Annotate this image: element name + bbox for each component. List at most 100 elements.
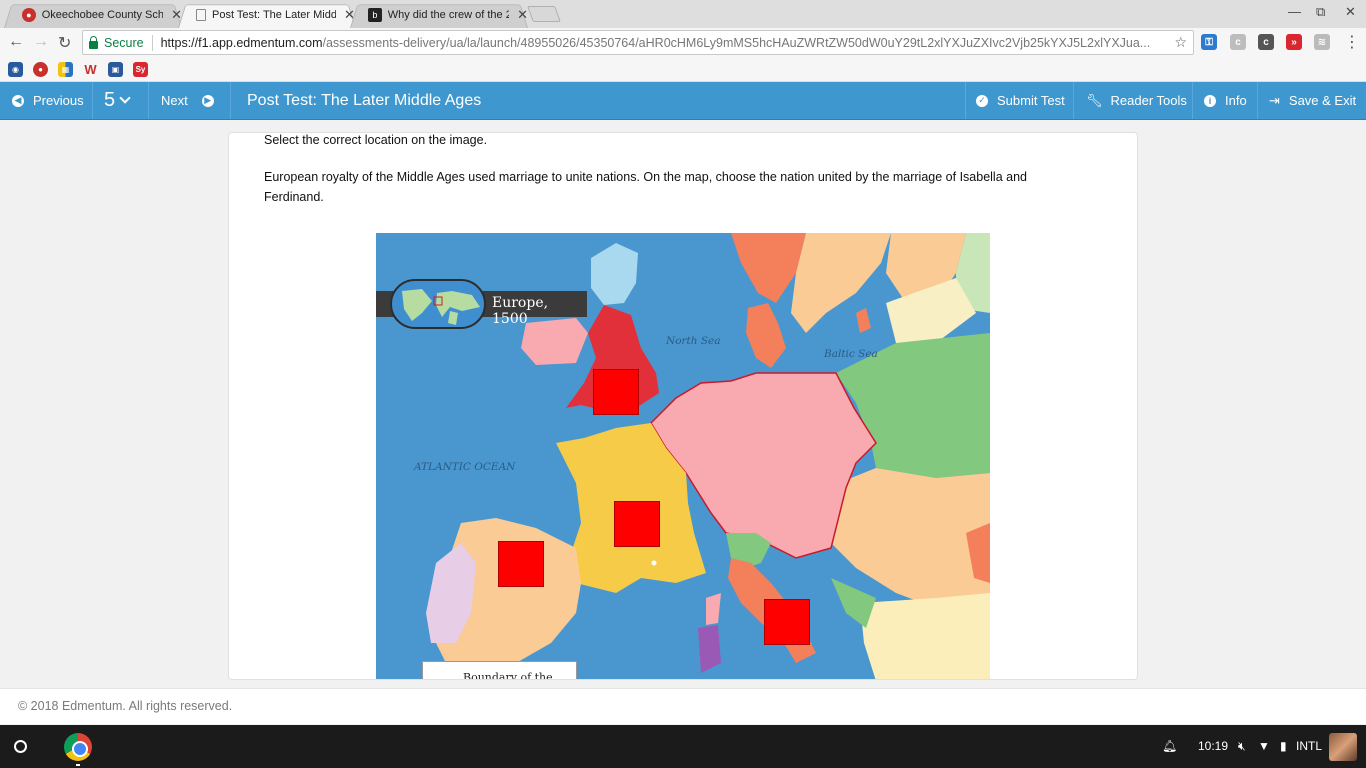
bookmark-w-icon[interactable]: W — [83, 62, 98, 77]
back-icon[interactable]: ← — [8, 33, 24, 51]
submit-test-button[interactable]: ✓ Submit Test — [976, 82, 1065, 119]
close-window-icon[interactable]: ✕ — [1345, 4, 1356, 20]
clock[interactable]: 10:19 — [1198, 739, 1228, 753]
bookmark-sy-icon[interactable]: Sy — [133, 62, 148, 77]
north-sea-label: North Sea — [666, 335, 721, 347]
tab-title: Why did the crew of the 2 — [387, 9, 510, 21]
wrench-icon: 🔧︎ — [1086, 92, 1103, 108]
secure-label: Secure — [104, 35, 144, 50]
forward-icon[interactable]: → — [33, 33, 49, 51]
system-shelf: 🔔︎ 10:19 🔇︎ ▼ ▮ INTL — [0, 725, 1366, 768]
copyright-text: © 2018 Edmentum. All rights reserved. — [18, 699, 233, 713]
instructions-text: Select the correct location on the image… — [264, 133, 488, 147]
minimize-icon[interactable]: — — [1288, 4, 1301, 19]
reader-tools-label: Reader Tools — [1110, 93, 1187, 108]
restore-icon[interactable]: ⧉ — [1316, 4, 1325, 20]
close-icon[interactable]: ✕ — [171, 7, 182, 23]
avatar[interactable] — [1329, 733, 1357, 761]
info-circle-icon: i — [1204, 94, 1216, 107]
lock-icon — [89, 35, 98, 49]
tab-why-did-crew[interactable]: b Why did the crew of the 2 ✕ — [350, 2, 528, 28]
extension-c-dark-icon[interactable]: c — [1258, 34, 1274, 50]
tab-title: Post Test: The Later Midd — [212, 9, 336, 21]
next-label: Next — [161, 93, 188, 108]
wifi-icon[interactable]: ▼ — [1258, 739, 1270, 753]
page-title: Post Test: The Later Middle Ages — [247, 91, 482, 109]
bookmarks-bar: ◉ ● ▦ W ▣ Sy — [0, 57, 1366, 82]
question-card: Select the correct location on the image… — [228, 132, 1138, 680]
launcher-icon[interactable] — [14, 740, 27, 753]
divider — [1257, 82, 1258, 119]
previous-button[interactable]: ◀ Previous — [12, 82, 84, 119]
sign-out-icon: ⇥ — [1269, 92, 1280, 108]
divider — [965, 82, 966, 119]
close-icon[interactable]: ✕ — [344, 7, 355, 23]
legend-text: Boundary of the — [463, 671, 553, 680]
assessment-header: ◀ Previous 5 Next ▶ Post Test: The Later… — [0, 82, 1366, 120]
question-prompt: European royalty of the Middle Ages used… — [264, 170, 1027, 204]
boundary-line-swatch — [433, 679, 457, 680]
divider — [92, 82, 93, 119]
divider — [1192, 82, 1193, 119]
tab-post-test[interactable]: Post Test: The Later Midd ✕ — [178, 2, 356, 28]
brainly-favicon-icon: b — [368, 8, 382, 22]
question-selector[interactable]: 5 — [104, 82, 131, 119]
tab-title: Okeechobee County Scho — [41, 9, 164, 21]
map-title-banner: Europe, 1500 — [376, 279, 587, 329]
next-button[interactable]: Next ▶ — [161, 82, 223, 119]
extension-fast-forward-icon[interactable]: » — [1286, 34, 1302, 50]
input-method[interactable]: INTL — [1296, 739, 1322, 753]
url-path: /assessments-delivery/ua/la/launch/48955… — [322, 35, 1151, 50]
page-footer: © 2018 Edmentum. All rights reserved. — [0, 688, 1366, 724]
menu-dots-icon[interactable]: ⋮ — [1344, 32, 1360, 52]
hotspot-england[interactable] — [593, 369, 639, 415]
divider — [148, 82, 149, 119]
running-indicator — [76, 764, 80, 766]
extension-key-icon[interactable]: ⚿ — [1201, 34, 1217, 50]
hotspot-france[interactable] — [614, 501, 660, 547]
atlantic-ocean-label: ATLANTIC OCEAN — [414, 461, 516, 473]
battery-icon[interactable]: ▮ — [1280, 739, 1287, 753]
reload-icon[interactable]: ↻ — [58, 33, 71, 53]
previous-label: Previous — [33, 93, 84, 108]
submit-label: Submit Test — [997, 93, 1065, 108]
bookmark-grid-icon[interactable]: ▦ — [58, 62, 73, 77]
check-circle-icon: ✓ — [976, 94, 988, 107]
question-number: 5 — [104, 89, 116, 111]
url-host: https://f1.app.edmentum.com — [160, 35, 323, 50]
baltic-sea-label: Baltic Sea — [824, 348, 878, 360]
address-bar[interactable]: Secure https://f1.app.edmentum.com /asse… — [82, 30, 1194, 55]
school-favicon-icon: ● — [22, 8, 36, 22]
divider — [230, 82, 231, 119]
bookmark-school-icon[interactable]: ● — [33, 62, 48, 77]
map-legend: Boundary of the — [422, 661, 577, 680]
browser-tab-strip: ● Okeechobee County Scho ✕ Post Test: Th… — [0, 0, 1366, 28]
hotspot-italy[interactable] — [764, 599, 810, 645]
bookmark-reader-icon[interactable]: ▣ — [108, 62, 123, 77]
extension-c-gray-icon[interactable]: c — [1230, 34, 1246, 50]
mute-icon[interactable]: 🔇︎ — [1238, 739, 1246, 754]
save-exit-button[interactable]: ⇥ Save & Exit — [1269, 82, 1356, 119]
chrome-icon[interactable] — [64, 733, 92, 761]
reader-tools-button[interactable]: 🔧︎ Reader Tools — [1086, 82, 1187, 119]
arrow-right-circle-icon: ▶ — [201, 94, 214, 107]
chevron-down-icon — [119, 92, 131, 104]
globe-icon — [390, 279, 486, 329]
info-label: Info — [1225, 93, 1247, 108]
hotspot-spain[interactable] — [498, 541, 544, 587]
new-tab-button[interactable] — [527, 6, 561, 22]
divider — [1073, 82, 1074, 119]
notification-bell-icon[interactable]: 🔔︎ — [1162, 739, 1177, 753]
tab-okeechobee[interactable]: ● Okeechobee County Scho ✕ — [4, 2, 182, 28]
info-button[interactable]: i Info — [1204, 82, 1247, 119]
extension-cast-icon[interactable]: ≋ — [1314, 34, 1330, 50]
close-icon[interactable]: ✕ — [517, 7, 528, 23]
bookmark-star-icon[interactable]: ☆ — [1174, 34, 1187, 51]
map-title: Europe, 1500 — [492, 295, 549, 327]
save-exit-label: Save & Exit — [1288, 93, 1357, 108]
bookmark-owl-icon[interactable]: ◉ — [8, 62, 23, 77]
europe-map: Europe, 1500 North Sea Baltic Sea ATLANT… — [376, 233, 990, 680]
divider — [151, 34, 153, 51]
page-favicon-icon — [196, 9, 206, 21]
browser-toolbar: ← → ↻ Secure https://f1.app.edmentum.com… — [0, 28, 1366, 57]
